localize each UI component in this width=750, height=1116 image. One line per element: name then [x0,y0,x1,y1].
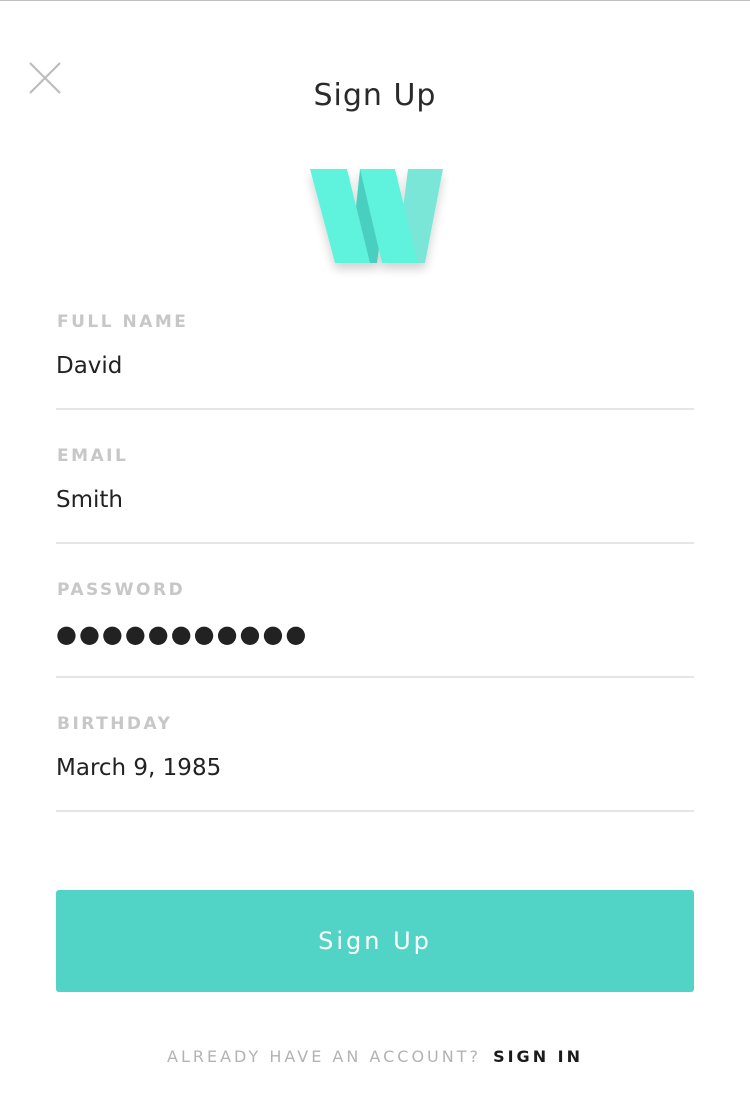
email-field: EMAIL [56,446,694,544]
email-label: EMAIL [57,446,129,466]
w-logo-icon [310,169,443,263]
page-title: Sign Up [313,78,437,114]
full-name-label: FULL NAME [57,312,189,332]
top-divider [0,0,750,1]
password-label: PASSWORD [57,580,186,600]
birthday-field: BIRTHDAY [56,714,694,812]
birthday-input[interactable] [56,748,694,788]
full-name-field: FULL NAME [56,312,694,410]
sign-in-link[interactable]: SIGN IN [493,1047,583,1066]
account-prompt-text: ALREADY HAVE AN ACCOUNT? [167,1047,481,1066]
birthday-label: BIRTHDAY [57,714,173,734]
password-field: PASSWORD [56,580,694,678]
app-logo [300,160,450,278]
password-input[interactable] [56,614,694,654]
sign-up-button[interactable]: Sign Up [56,890,694,992]
sign-in-prompt-row: ALREADY HAVE AN ACCOUNT? SIGN IN [0,1046,750,1068]
email-input[interactable] [56,480,694,520]
full-name-input[interactable] [56,346,694,386]
